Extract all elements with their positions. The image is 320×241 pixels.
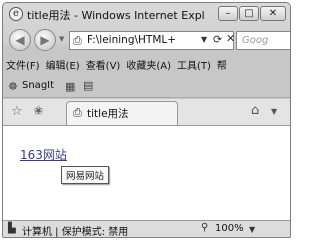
- zoom-dropdown-icon[interactable]: ▼: [249, 225, 255, 234]
- link-tooltip: 网易网站: [61, 166, 110, 184]
- site-link[interactable]: 163网站: [20, 146, 67, 163]
- search-input[interactable]: Goog: [242, 35, 268, 46]
- tab-label: title用法: [87, 108, 129, 120]
- caption-buttons: – □ ✕: [218, 6, 286, 21]
- menu-view[interactable]: 查看(V): [83, 58, 121, 75]
- home-icon[interactable]: ⌂: [251, 103, 259, 118]
- forward-button[interactable]: ▶: [34, 29, 56, 51]
- recent-pages-dropdown-icon[interactable]: ▼: [59, 35, 64, 43]
- tab-title-usage[interactable]: ⎙ title用法: [66, 101, 178, 125]
- address-input[interactable]: F:\leining\HTML+: [87, 34, 197, 46]
- capture-page-icon[interactable]: ▤: [83, 79, 93, 92]
- menu-tools[interactable]: 工具(T): [174, 58, 211, 75]
- menu-bar: 文件(F) 编辑(E) 查看(V) 收藏夹(A) 工具(T) 帮: [3, 58, 290, 75]
- address-bar[interactable]: ⎙ F:\leining\HTML+ ▼ ⟳ ✕: [69, 31, 235, 50]
- snagit-icon[interactable]: ☸: [8, 80, 18, 93]
- snagit-button[interactable]: SnagIt: [22, 80, 54, 91]
- zoom-magnifier-icon[interactable]: ⚲: [201, 222, 208, 233]
- minimize-button[interactable]: –: [218, 6, 238, 21]
- home-dropdown-icon[interactable]: ▼: [271, 107, 277, 116]
- menu-favorites[interactable]: 收藏夹(A): [123, 58, 171, 75]
- tab-page-icon: ⎙: [73, 106, 82, 119]
- search-box[interactable]: Goog: [236, 31, 290, 50]
- refresh-icon[interactable]: ⟳: [213, 33, 222, 46]
- stop-icon[interactable]: ✕: [226, 32, 235, 45]
- zoom-level[interactable]: 100%: [215, 223, 244, 234]
- page-content: 163网站 网易网站: [3, 126, 290, 220]
- menu-file[interactable]: 文件(F): [3, 58, 40, 75]
- capture-window-icon[interactable]: ▦: [65, 80, 75, 93]
- maximize-button[interactable]: □: [239, 6, 259, 21]
- security-zone-text: 计算机 | 保护模式: 禁用: [22, 227, 129, 238]
- window-title: title用法 - Windows Internet Explor...: [27, 9, 205, 22]
- page-icon: ⎙: [73, 34, 82, 47]
- ie-logo-icon: e: [9, 7, 23, 21]
- title-bar: e title用法 - Windows Internet Explor... –…: [3, 3, 290, 25]
- snagit-toolbar: ☸ SnagIt ▦ ▤: [3, 77, 290, 98]
- tab-bar: ☆ ✬ ⎙ title用法 ⌂ ▼: [3, 99, 290, 126]
- computer-icon: ▙: [8, 223, 16, 234]
- status-bar: ▙ 计算机 | 保护模式: 禁用 ⚲ 100% ▼: [3, 220, 290, 238]
- back-button[interactable]: ◀: [9, 29, 31, 51]
- browser-window: e title用法 - Windows Internet Explor... –…: [2, 2, 291, 238]
- favorites-star-icon[interactable]: ☆: [11, 104, 23, 119]
- back-arrow-icon: ◀: [15, 33, 25, 47]
- forward-arrow-icon: ▶: [40, 33, 50, 47]
- menu-help[interactable]: 帮: [214, 58, 227, 75]
- menu-edit[interactable]: 编辑(E): [43, 58, 80, 75]
- address-dropdown-icon[interactable]: ▼: [201, 35, 207, 44]
- close-button[interactable]: ✕: [260, 6, 286, 21]
- navigation-bar: ◀ ▶ ▼ ⎙ F:\leining\HTML+ ▼ ⟳ ✕ Goog: [3, 26, 290, 56]
- add-favorites-icon[interactable]: ✬: [33, 104, 44, 119]
